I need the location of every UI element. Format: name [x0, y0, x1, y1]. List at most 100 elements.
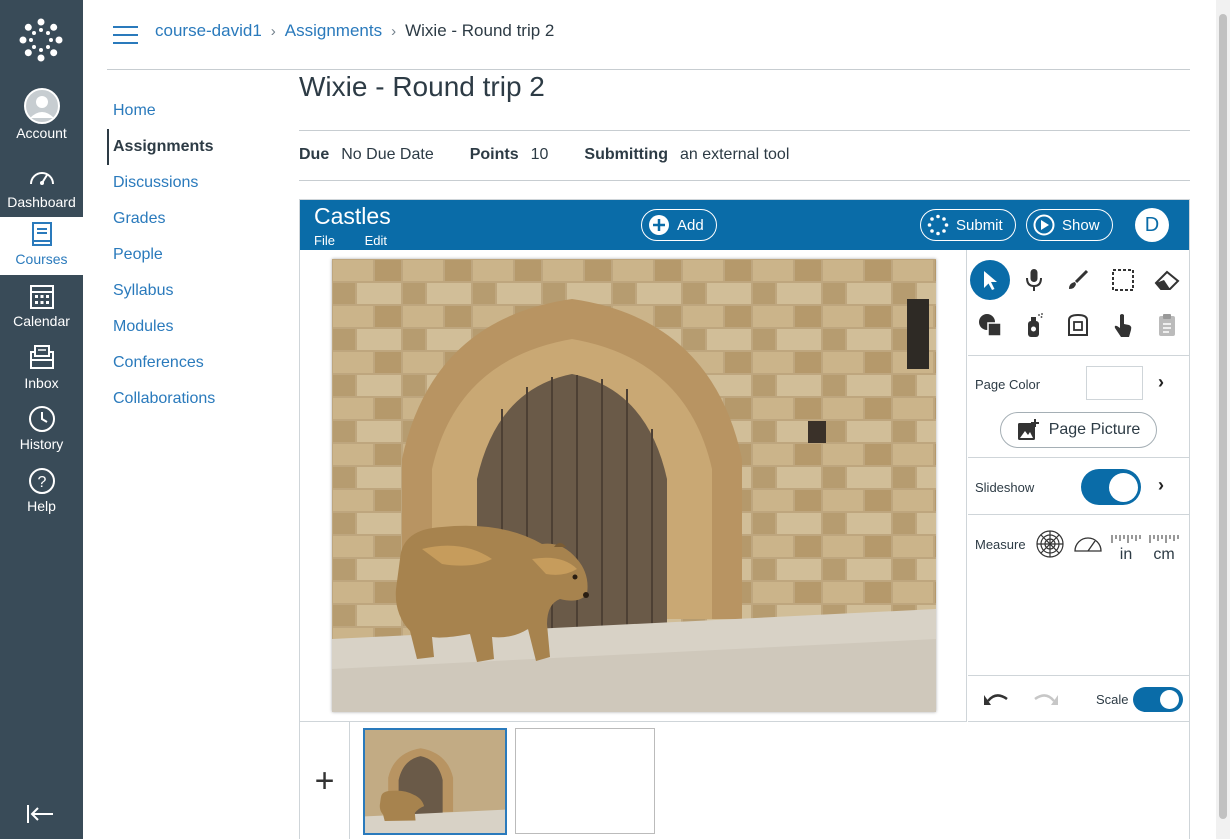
- add-page-button[interactable]: +: [300, 722, 350, 839]
- course-nav-discussions[interactable]: Discussions: [107, 165, 287, 201]
- ruler-cm-button[interactable]: cm: [1148, 530, 1180, 563]
- course-nav-syllabus[interactable]: Syllabus: [107, 273, 287, 309]
- avatar-icon: [23, 88, 60, 124]
- dashboard-icon: [29, 172, 54, 185]
- ruler-cm-label: cm: [1153, 546, 1175, 563]
- castle-door-picture: [332, 259, 936, 712]
- ruler-inches-label: in: [1119, 546, 1133, 563]
- breadcrumb: course-david1 › Assignments › Wixie - Ro…: [155, 21, 554, 41]
- nav-calendar[interactable]: Calendar: [0, 282, 83, 344]
- measure-label: Measure: [975, 537, 1026, 552]
- page-color-swatch[interactable]: [1086, 366, 1143, 400]
- course-nav-grades[interactable]: Grades: [107, 201, 287, 237]
- paint-bucket-tool[interactable]: [1058, 305, 1098, 345]
- nav-courses-label: Courses: [15, 251, 68, 267]
- page-color-label: Page Color: [975, 377, 1041, 392]
- page-picture-label: Page Picture: [1048, 421, 1141, 438]
- page-thumbnail-2[interactable]: [515, 728, 655, 834]
- ruler-ticks-icon: [1111, 535, 1141, 543]
- course-nav-home[interactable]: Home: [107, 93, 287, 129]
- nav-history[interactable]: History: [0, 405, 83, 467]
- shapes-tool[interactable]: [970, 305, 1010, 345]
- user-avatar[interactable]: D: [1135, 208, 1169, 242]
- menu-file[interactable]: File: [314, 233, 335, 248]
- global-nav: Account Dashboard Courses Calendar Inbox…: [0, 0, 83, 839]
- slideshow-toggle[interactable]: [1081, 469, 1141, 505]
- course-nav: Home Assignments Discussions Grades Peop…: [107, 93, 287, 417]
- submitting-value: an external tool: [679, 146, 790, 163]
- record-audio-tool[interactable]: [1014, 260, 1054, 300]
- breadcrumb-course-link[interactable]: course-david1: [155, 21, 262, 41]
- web-grid-icon[interactable]: [1035, 529, 1065, 559]
- scale-label: Scale: [1096, 692, 1129, 707]
- microphone-icon: [1026, 269, 1042, 291]
- clock-icon: [28, 406, 55, 432]
- castle-door-thumbnail: [365, 730, 505, 833]
- points-label: Points: [469, 146, 519, 163]
- course-nav-conferences[interactable]: Conferences: [107, 345, 287, 381]
- course-nav-collaborations[interactable]: Collaborations: [107, 381, 287, 417]
- slideshow-chevron-icon[interactable]: ›: [1158, 475, 1164, 496]
- page-scrollbar[interactable]: [1216, 0, 1230, 839]
- nav-courses[interactable]: Courses: [0, 217, 83, 275]
- spray-can-icon: [1028, 313, 1043, 337]
- show-button[interactable]: Show: [1026, 209, 1113, 241]
- details-divider: [299, 180, 1190, 181]
- due-value: No Due Date: [341, 146, 434, 163]
- marquee-select-tool[interactable]: [1103, 260, 1143, 300]
- undo-redo-bar: Scale: [968, 675, 1189, 722]
- page-color-chevron-icon[interactable]: ›: [1158, 372, 1164, 393]
- breadcrumb-assignments-link[interactable]: Assignments: [285, 21, 382, 41]
- page-canvas[interactable]: [332, 259, 936, 712]
- nav-inbox-label: Inbox: [24, 375, 59, 391]
- page-thumbnail-1[interactable]: [363, 728, 507, 835]
- menu-edit[interactable]: Edit: [365, 233, 387, 248]
- page-strip: +: [300, 722, 1189, 839]
- touch-tool[interactable]: [1103, 305, 1143, 345]
- clipboard-tool[interactable]: [1147, 305, 1187, 345]
- page-picture-button[interactable]: Page Picture: [1000, 412, 1157, 448]
- nav-dashboard-label: Dashboard: [7, 194, 76, 210]
- submitting-label: Submitting: [584, 146, 668, 163]
- assignment-details: Due No Due Date Points 10 Submitting an …: [299, 146, 825, 164]
- clipboard-icon: [1159, 314, 1175, 336]
- breadcrumb-current: Wixie - Round trip 2: [405, 21, 555, 40]
- cursor-arrow-icon: [984, 271, 997, 290]
- points-value: 10: [530, 146, 549, 163]
- protractor-icon[interactable]: [1073, 533, 1103, 553]
- course-nav-assignments[interactable]: Assignments: [107, 129, 287, 165]
- eraser-tool[interactable]: [1147, 260, 1187, 300]
- course-nav-people[interactable]: People: [107, 237, 287, 273]
- tool-panel: Page Color › Page Picture Slideshow › Me…: [968, 250, 1189, 722]
- slideshow-label: Slideshow: [975, 480, 1035, 495]
- add-button[interactable]: Add: [641, 209, 717, 241]
- spray-paint-tool[interactable]: [1014, 305, 1054, 345]
- canvas-logo-icon[interactable]: [18, 17, 64, 63]
- submit-button-label: Submit: [956, 216, 1003, 234]
- course-nav-modules[interactable]: Modules: [107, 309, 287, 345]
- tool-divider: [968, 355, 1189, 356]
- tool-divider: [968, 514, 1189, 515]
- paint-brush-tool[interactable]: [1058, 260, 1098, 300]
- ruler-inches-button[interactable]: in: [1111, 530, 1141, 563]
- redo-icon[interactable]: [1032, 689, 1060, 709]
- nav-account-label: Account: [16, 125, 67, 141]
- hand-pointer-icon: [1114, 314, 1132, 337]
- undo-icon[interactable]: [982, 689, 1010, 709]
- hamburger-menu-icon[interactable]: [113, 26, 138, 44]
- tool-divider: [968, 457, 1189, 458]
- nav-inbox[interactable]: Inbox: [0, 344, 83, 406]
- nav-calendar-label: Calendar: [13, 313, 70, 329]
- play-circle-icon: [1033, 214, 1055, 236]
- select-tool[interactable]: [970, 260, 1010, 300]
- nav-account[interactable]: Account: [0, 88, 83, 150]
- nav-help-label: Help: [27, 498, 56, 514]
- scale-toggle[interactable]: [1133, 687, 1183, 712]
- project-title[interactable]: Castles: [314, 203, 391, 230]
- due-label: Due: [299, 146, 330, 163]
- shapes-icon: [979, 314, 1002, 337]
- collapse-nav-icon[interactable]: [26, 803, 54, 825]
- submit-button[interactable]: Submit: [920, 209, 1016, 241]
- nav-help[interactable]: ? Help: [0, 467, 83, 529]
- eraser-icon: [1154, 270, 1180, 290]
